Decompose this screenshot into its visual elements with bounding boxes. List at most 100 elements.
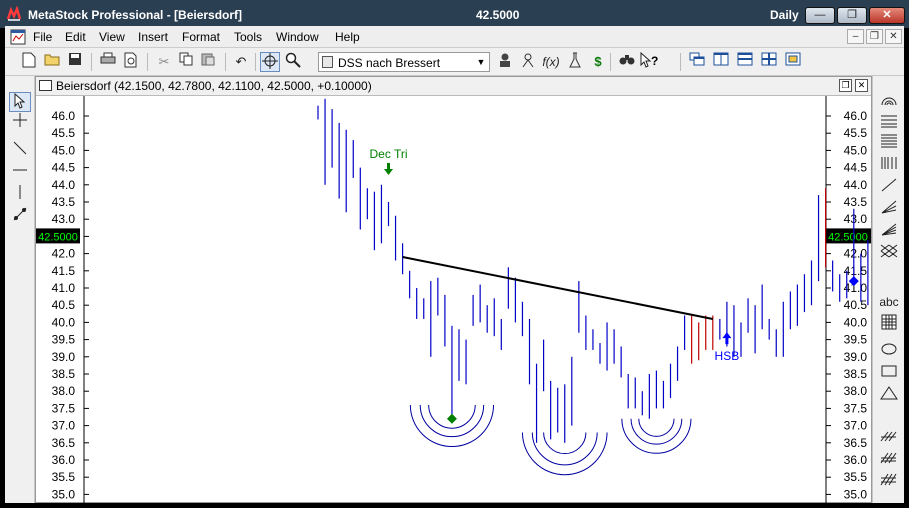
undo-icon[interactable]: ↶ xyxy=(231,52,251,72)
template-icon xyxy=(322,56,333,68)
right-axis-tick-label: 45.5 xyxy=(844,126,868,140)
mdi-minimize-icon: – xyxy=(852,31,859,42)
gann-fan-icon[interactable] xyxy=(877,178,901,198)
chart-window-title: Beiersdorf (42.1500, 42.7800, 42.1100, 4… xyxy=(56,79,372,93)
gann-grid-icon[interactable] xyxy=(877,244,901,264)
left-axis-tick-label: 42.0 xyxy=(52,247,76,261)
close-button[interactable]: ✕ xyxy=(869,7,905,24)
chart-maximize-button[interactable]: ❐ xyxy=(839,79,852,92)
right-axis-tick-label: 35.5 xyxy=(844,470,868,484)
mdi-close-icon: ✕ xyxy=(889,31,898,42)
document-menu-icon[interactable] xyxy=(10,29,26,45)
chevron-down-icon[interactable]: ▼ xyxy=(473,53,489,71)
horizontal-line-tool-icon[interactable] xyxy=(9,162,31,182)
left-axis-tick-label: 45.0 xyxy=(52,143,76,157)
indicator-builder-icon[interactable]: f(x) xyxy=(541,52,561,72)
fan-lines-icon[interactable] xyxy=(877,222,901,242)
fibonacci-retracement-icon[interactable] xyxy=(877,114,901,134)
copy-icon[interactable] xyxy=(176,52,196,72)
paste-icon[interactable] xyxy=(198,52,218,72)
tile-vertical-icon[interactable] xyxy=(711,52,731,72)
crosshair-icon[interactable] xyxy=(260,52,280,72)
menu-tools[interactable]: Tools xyxy=(234,30,262,44)
left-axis-tick-label: 35.0 xyxy=(52,487,76,501)
explorer-icon[interactable] xyxy=(518,52,538,72)
menu-help[interactable]: Help xyxy=(335,30,360,44)
maximize-icon: ❐ xyxy=(847,9,857,21)
left-axis-tick-label: 36.0 xyxy=(52,453,76,467)
menu-edit[interactable]: Edit xyxy=(65,30,86,44)
menu-view[interactable]: View xyxy=(99,30,125,44)
mdi-close-button[interactable]: ✕ xyxy=(885,29,902,44)
signal-diamond-icon xyxy=(446,413,457,424)
left-axis-tick-label: 35.5 xyxy=(52,470,76,484)
right-axis-tick-label: 35.0 xyxy=(844,487,868,501)
right-axis-tick-label: 44.5 xyxy=(844,161,868,175)
minimize-button[interactable]: — xyxy=(805,7,835,24)
metastock-app-icon[interactable] xyxy=(6,6,22,22)
template-value: DSS nach Bressert xyxy=(338,56,441,70)
new-file-icon[interactable] xyxy=(19,52,39,72)
tile-grid-icon[interactable] xyxy=(759,52,779,72)
vertical-line-tool-icon[interactable] xyxy=(9,184,31,204)
cycle-lines-tool-icon[interactable] xyxy=(9,206,31,226)
price-chart[interactable]: 46.0 46.0 45.5 45.5 45.0 45.0 44.5 44.5 44.0 44.0… xyxy=(36,96,871,503)
binoculars-icon[interactable] xyxy=(617,52,637,72)
right-axis-tick-label: 44.0 xyxy=(844,178,868,192)
print-icon[interactable] xyxy=(98,52,118,72)
left-axis-tick-label: 41.5 xyxy=(52,264,76,278)
dollar-icon[interactable]: $ xyxy=(588,52,608,72)
right-axis-tick-label: 40.5 xyxy=(844,298,868,312)
right-axis-tick-label: 36.5 xyxy=(844,436,868,450)
rectangle-tool-icon[interactable] xyxy=(877,364,901,384)
periodicity-label[interactable]: Daily xyxy=(770,8,799,22)
triangle-tool-icon[interactable] xyxy=(877,386,901,406)
expert-advisor-icon[interactable] xyxy=(495,52,515,72)
signal-arrow-up-icon xyxy=(722,332,732,345)
chart-close-button[interactable]: ✕ xyxy=(855,79,868,92)
pointer-tool-icon[interactable] xyxy=(9,92,31,112)
text-tool-icon[interactable]: abc xyxy=(877,292,901,312)
fibonacci-fan-lines-icon[interactable] xyxy=(877,134,901,154)
crosshair-tool-icon[interactable] xyxy=(9,112,31,132)
left-axis-tick-label: 45.5 xyxy=(52,126,76,140)
mdi-restore-icon: ❐ xyxy=(870,31,879,42)
close-icon: ✕ xyxy=(882,9,892,21)
right-axis-tick-label: 45.0 xyxy=(844,143,868,157)
raff-channel-icon[interactable] xyxy=(877,472,901,492)
context-help-label: ? xyxy=(651,54,658,68)
mdi-minimize-button[interactable]: – xyxy=(847,29,864,44)
context-help-icon[interactable]: ? xyxy=(640,51,660,72)
grid-table-icon[interactable] xyxy=(877,314,901,334)
ellipse-tool-icon[interactable] xyxy=(877,342,901,362)
andrews-pitchfork-icon[interactable] xyxy=(877,428,901,448)
arrange-icons-icon[interactable] xyxy=(783,52,803,72)
cut-icon[interactable]: ✂ xyxy=(154,52,174,72)
system-tester-icon[interactable] xyxy=(565,52,585,72)
cascade-windows-icon[interactable] xyxy=(687,52,707,72)
menu-file[interactable]: File xyxy=(33,30,52,44)
menu-insert[interactable]: Insert xyxy=(138,30,168,44)
chart-window-icon[interactable] xyxy=(39,80,52,91)
signal-arrow-down-icon xyxy=(384,163,393,176)
regression-channel-icon[interactable] xyxy=(877,450,901,470)
tile-horizontal-icon[interactable] xyxy=(735,52,755,72)
mdi-restore-button[interactable]: ❐ xyxy=(866,29,883,44)
arc-tool-icon[interactable] xyxy=(877,92,901,112)
save-icon[interactable] xyxy=(65,52,85,72)
right-axis-tick-label: 39.5 xyxy=(844,333,868,347)
menu-window[interactable]: Window xyxy=(276,30,319,44)
left-axis-tick-label: 43.0 xyxy=(52,212,76,226)
template-select[interactable]: DSS nach Bressert ▼ xyxy=(318,52,490,72)
maximize-button[interactable]: ❐ xyxy=(837,7,867,24)
open-folder-icon[interactable] xyxy=(42,52,62,72)
fibonacci-time-zones-icon[interactable] xyxy=(877,156,901,176)
menu-format[interactable]: Format xyxy=(182,30,220,44)
print-preview-icon[interactable] xyxy=(121,52,141,72)
cup-arc-3 xyxy=(638,418,675,437)
right-axis-tick-label: 38.0 xyxy=(844,384,868,398)
last-price-marker-label: 42.5000 xyxy=(38,231,78,243)
zoom-icon[interactable] xyxy=(283,52,303,72)
trendline-tool-icon[interactable] xyxy=(9,140,31,160)
speed-resistance-icon[interactable] xyxy=(877,200,901,220)
